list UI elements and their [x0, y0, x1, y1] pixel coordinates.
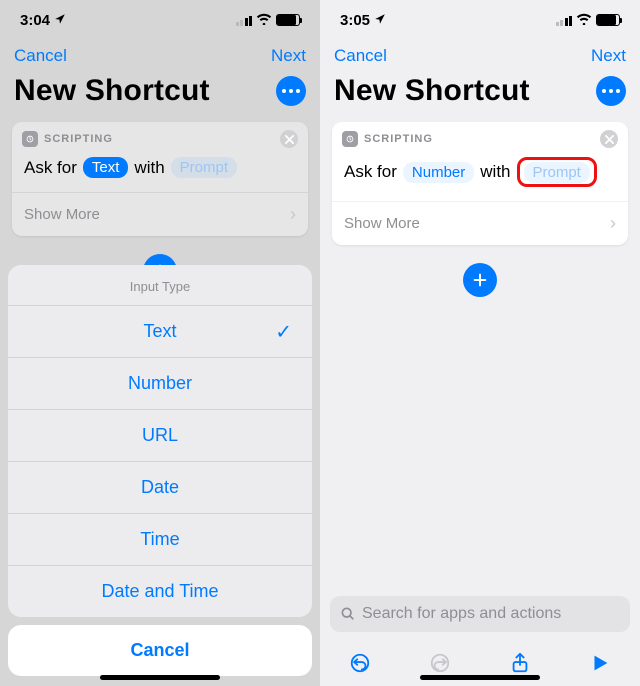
nav-bar: Cancel Next [320, 40, 640, 70]
input-type-pill[interactable]: Number [403, 162, 474, 183]
remove-action-button[interactable] [280, 130, 298, 148]
ask-prefix: Ask for [24, 158, 77, 178]
nav-bar: Cancel Next [0, 40, 320, 70]
prompt-pill[interactable]: Prompt [524, 162, 590, 183]
undo-button[interactable] [340, 643, 380, 683]
prompt-pill[interactable]: Prompt [171, 157, 237, 178]
show-more-row[interactable]: Show More › [332, 201, 628, 245]
more-button[interactable] [596, 76, 626, 106]
input-type-pill[interactable]: Text [83, 157, 129, 178]
sheet-option-date[interactable]: Date [8, 461, 312, 513]
ask-prefix: Ask for [344, 162, 397, 182]
ask-middle: with [480, 162, 510, 182]
wifi-icon [576, 12, 592, 28]
ellipsis-icon [282, 89, 300, 93]
signal-icon [236, 15, 253, 26]
search-icon [340, 606, 356, 622]
status-time: 3:05 [340, 12, 370, 29]
ellipsis-icon [602, 89, 620, 93]
show-more-label: Show More [344, 215, 420, 232]
next-button[interactable]: Next [271, 46, 306, 66]
add-action-button[interactable] [463, 263, 497, 297]
action-card: SCRIPTING Ask for Number with Prompt Sho… [332, 122, 628, 245]
more-button[interactable] [276, 76, 306, 106]
battery-icon [276, 14, 300, 26]
page-title: New Shortcut [14, 74, 210, 108]
show-more-label: Show More [24, 206, 100, 223]
status-bar: 3:05 [320, 0, 640, 40]
battery-icon [596, 14, 620, 26]
check-icon: ✓ [275, 319, 292, 344]
card-category: SCRIPTING [364, 133, 433, 145]
page-title: New Shortcut [334, 74, 530, 108]
signal-icon [556, 15, 573, 26]
highlight-annotation: Prompt [517, 157, 597, 187]
phone-left: 3:04 Cancel Next New Shortcut [0, 0, 320, 686]
action-card: SCRIPTING Ask for Text with Prompt Show … [12, 122, 308, 236]
sheet-option-time[interactable]: Time [8, 513, 312, 565]
scripting-icon [342, 131, 358, 147]
location-icon [374, 13, 386, 28]
sheet-option-text[interactable]: Text ✓ [8, 305, 312, 357]
cancel-button[interactable]: Cancel [14, 46, 67, 66]
phone-right: 3:05 Cancel Next New Shortcut [320, 0, 640, 686]
scripting-icon [22, 131, 38, 147]
status-bar: 3:04 [0, 0, 320, 40]
ask-middle: with [134, 158, 164, 178]
show-more-row[interactable]: Show More › [12, 192, 308, 236]
chevron-right-icon: › [290, 204, 296, 225]
location-icon [54, 13, 66, 28]
card-category: SCRIPTING [44, 133, 113, 145]
sheet-option-url[interactable]: URL [8, 409, 312, 461]
remove-action-button[interactable] [600, 130, 618, 148]
home-indicator [420, 675, 540, 680]
cancel-button[interactable]: Cancel [334, 46, 387, 66]
sheet-option-datetime[interactable]: Date and Time [8, 565, 312, 617]
sheet-title: Input Type [8, 265, 312, 305]
run-button[interactable] [580, 643, 620, 683]
home-indicator [100, 675, 220, 680]
sheet-cancel-button[interactable]: Cancel [8, 625, 312, 676]
sheet-option-number[interactable]: Number [8, 357, 312, 409]
action-sheet: Input Type Text ✓ Number URL Date Time D… [8, 265, 312, 676]
wifi-icon [256, 12, 272, 28]
search-input[interactable]: Search for apps and actions [330, 596, 630, 632]
status-time: 3:04 [20, 12, 50, 29]
next-button[interactable]: Next [591, 46, 626, 66]
chevron-right-icon: › [610, 213, 616, 234]
search-placeholder: Search for apps and actions [362, 605, 561, 623]
